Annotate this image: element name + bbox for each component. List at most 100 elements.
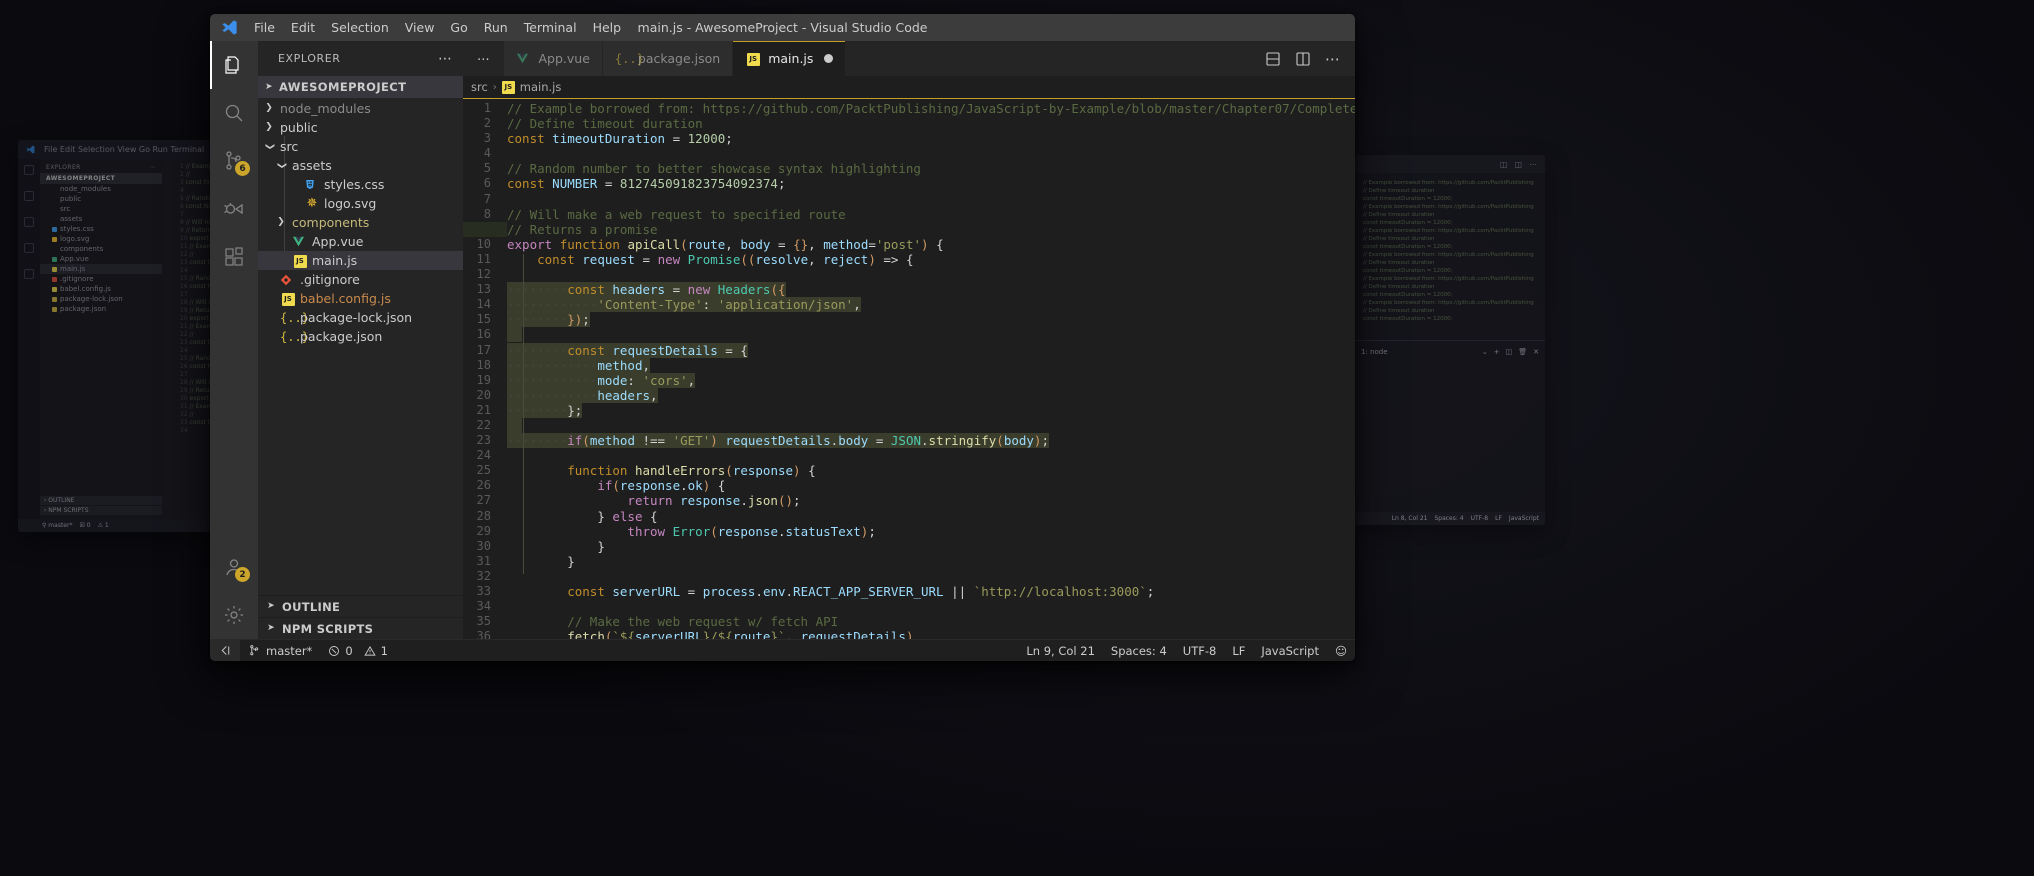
- activity-item-accounts[interactable]: 2: [210, 543, 258, 591]
- code-line[interactable]: 11 const request = new Promise((resolve,…: [463, 252, 1355, 267]
- tab-list[interactable]: App.vue {..} package.json JS main.js: [503, 41, 847, 76]
- chevron-down-icon[interactable]: ❯: [277, 159, 287, 173]
- chevron-right-icon[interactable]: ❯: [262, 123, 276, 132]
- status-encoding[interactable]: UTF-8: [1175, 644, 1225, 658]
- status-branch[interactable]: master*: [240, 644, 320, 658]
- background-left-activitybar[interactable]: [18, 159, 40, 532]
- menu-item-edit[interactable]: Edit: [283, 17, 323, 38]
- code-line[interactable]: 16: [463, 327, 1355, 343]
- code-line-content[interactable]: const NUMBER = 812745091823754092374;: [507, 176, 1355, 191]
- editor-tab-app-vue[interactable]: App.vue: [503, 41, 603, 76]
- code-line[interactable]: 2 // Define timeout duration: [463, 116, 1355, 131]
- chevron-right-icon[interactable]: ❯: [262, 104, 276, 113]
- chevron-down-icon[interactable]: ⌄: [1482, 348, 1488, 356]
- background-left-tree-item[interactable]: .gitignore: [40, 274, 162, 284]
- activity-item-run-and-debug[interactable]: [210, 185, 258, 233]
- activity-item-explorer[interactable]: [210, 41, 258, 89]
- code-line[interactable]: 27 return response.json();: [463, 493, 1355, 508]
- code-line[interactable]: 30 }: [463, 539, 1355, 554]
- extensions-icon[interactable]: [24, 269, 34, 279]
- code-line-content[interactable]: ············'Content-Type': 'application…: [507, 297, 1355, 313]
- chevron-right-icon[interactable]: ➤: [264, 624, 278, 633]
- chevron-right-icon[interactable]: ➤: [264, 602, 278, 611]
- more-actions-icon[interactable]: ⋯: [1529, 160, 1537, 169]
- background-right-status-item[interactable]: Ln 8, Col 21: [1392, 515, 1428, 522]
- background-right-statusbar[interactable]: Ln 8, Col 21 Spaces: 4 UTF-8 LF JavaScript: [1355, 512, 1545, 525]
- code-line[interactable]: 32: [463, 569, 1355, 584]
- background-right-terminal-label[interactable]: 1: node: [1361, 348, 1388, 356]
- status-bar[interactable]: master* 0 1 Ln 9, Col 21 Spaces: 4 UTF-8 LF…: [210, 639, 1355, 661]
- background-left-tree-item[interactable]: public: [40, 194, 162, 204]
- code-line[interactable]: 6 const NUMBER = 812745091823754092374;: [463, 176, 1355, 191]
- tab-dirty-indicator[interactable]: [824, 54, 834, 63]
- background-right-status-item[interactable]: UTF-8: [1471, 515, 1489, 522]
- split-editor-right-icon[interactable]: [1295, 51, 1311, 67]
- menu-item-file[interactable]: File: [246, 17, 283, 38]
- chevron-down-icon[interactable]: ➤: [262, 82, 276, 92]
- code-line-content[interactable]: ········if(method !== 'GET') requestDeta…: [507, 433, 1355, 449]
- code-line-content[interactable]: ········};: [507, 402, 1355, 418]
- code-line-content[interactable]: // Random number to better showcase synt…: [507, 161, 1355, 176]
- code-line[interactable]: 31 }: [463, 554, 1355, 569]
- close-icon[interactable]: ✕: [1533, 348, 1539, 356]
- code-line-content[interactable]: const serverURL = process.env.REACT_APP_…: [507, 584, 1355, 599]
- code-line[interactable]: 28 } else {: [463, 509, 1355, 524]
- code-line-content[interactable]: fetch(`${serverURL}/${route}`, requestDe…: [507, 629, 1355, 639]
- sidebar[interactable]: EXPLORER ⋯ ➤ AWESOMEPROJECT ❯ node_module…: [258, 41, 463, 639]
- background-right-terminal-actions[interactable]: ⌄ + ◫ 🗑 ✕: [1482, 348, 1539, 356]
- activity-item-source-control[interactable]: 6: [210, 137, 258, 185]
- code-line-content[interactable]: ········const requestDetails = {: [507, 342, 1355, 358]
- code-line[interactable]: 19 ············mode: 'cors',: [463, 372, 1355, 388]
- split-terminal-icon[interactable]: ◫: [1506, 348, 1513, 356]
- tree-item-main-js[interactable]: JS main.js: [258, 251, 463, 270]
- code-line-content[interactable]: [507, 417, 1355, 433]
- layout-icon[interactable]: ◫: [1514, 160, 1522, 169]
- code-line-content[interactable]: const request = new Promise((resolve, re…: [507, 252, 1355, 267]
- code-line-content[interactable]: ············headers,: [507, 387, 1355, 403]
- menu-item-view[interactable]: View: [397, 17, 443, 38]
- search-icon[interactable]: [24, 191, 34, 201]
- activity-item-extensions[interactable]: [210, 233, 258, 281]
- background-left-panel-outline[interactable]: › OUTLINE: [40, 496, 162, 505]
- code-line-content[interactable]: throw Error(response.statusText);: [507, 524, 1355, 539]
- tree-item-logo-svg[interactable]: ✵ logo.svg: [258, 194, 463, 213]
- more-actions-icon[interactable]: ⋯: [150, 164, 156, 171]
- breadcrumb[interactable]: src › JS main.js: [463, 76, 1355, 98]
- editor-actions[interactable]: ⋯: [1251, 41, 1355, 76]
- code-line-content[interactable]: [507, 327, 1355, 343]
- code-line[interactable]: 12: [463, 267, 1355, 282]
- code-line-content[interactable]: function handleErrors(response) {: [507, 463, 1355, 478]
- code-line[interactable]: 35 // Make the web request w/ fetch API: [463, 614, 1355, 629]
- activity-item-manage[interactable]: [210, 591, 258, 639]
- menu-item-help[interactable]: Help: [585, 17, 630, 38]
- background-left-errors[interactable]: ☒ 0: [79, 522, 90, 529]
- background-left-tree-item[interactable]: App.vue: [40, 254, 162, 264]
- breadcrumb-segment-src[interactable]: src: [471, 80, 488, 94]
- tree-item-babel-config-js[interactable]: JS babel.config.js: [258, 289, 463, 308]
- code-line[interactable]: 29 throw Error(response.statusText);: [463, 524, 1355, 539]
- code-line-content[interactable]: ············method,: [507, 357, 1355, 373]
- menu-bar[interactable]: File Edit Selection View Go Run Terminal Help: [246, 17, 629, 38]
- background-left-tree-item[interactable]: node_modules: [40, 184, 162, 194]
- background-left-panels[interactable]: › OUTLINE › NPM SCRIPTS: [40, 495, 162, 515]
- tree-item-package-lock-json[interactable]: {..} package-lock.json: [258, 308, 463, 327]
- explorer-project-row[interactable]: ➤ AWESOMEPROJECT: [258, 76, 463, 98]
- background-right-toolbar[interactable]: ◫ ◫ ⋯: [1355, 155, 1545, 173]
- tree-item-src[interactable]: ❯ src: [258, 137, 463, 156]
- background-left-tree-item[interactable]: src: [40, 204, 162, 214]
- editor-tabs[interactable]: ⋯ App.vue {..} package.json JS main.js ⋯: [463, 41, 1355, 76]
- files-icon[interactable]: [24, 165, 34, 175]
- tree-item-styles-css[interactable]: styles.css: [258, 175, 463, 194]
- code-line-content[interactable]: }: [507, 554, 1355, 569]
- trash-icon[interactable]: 🗑: [1518, 348, 1527, 356]
- tree-item-public[interactable]: ❯ public: [258, 118, 463, 137]
- code-line-content[interactable]: }: [507, 539, 1355, 554]
- add-terminal-icon[interactable]: +: [1494, 348, 1500, 356]
- tree-item-assets[interactable]: ❯ assets: [258, 156, 463, 175]
- more-actions-icon[interactable]: ⋯: [1325, 50, 1341, 68]
- background-left-branch[interactable]: ⚲ master*: [42, 522, 72, 529]
- code-line-content[interactable]: export function apiCall(route, body = {}…: [507, 237, 1355, 252]
- code-line[interactable]: 1 // Example borrowed from: https://githu…: [463, 101, 1355, 116]
- background-left-tree-item[interactable]: components: [40, 244, 162, 254]
- background-right-status-item[interactable]: LF: [1495, 515, 1502, 522]
